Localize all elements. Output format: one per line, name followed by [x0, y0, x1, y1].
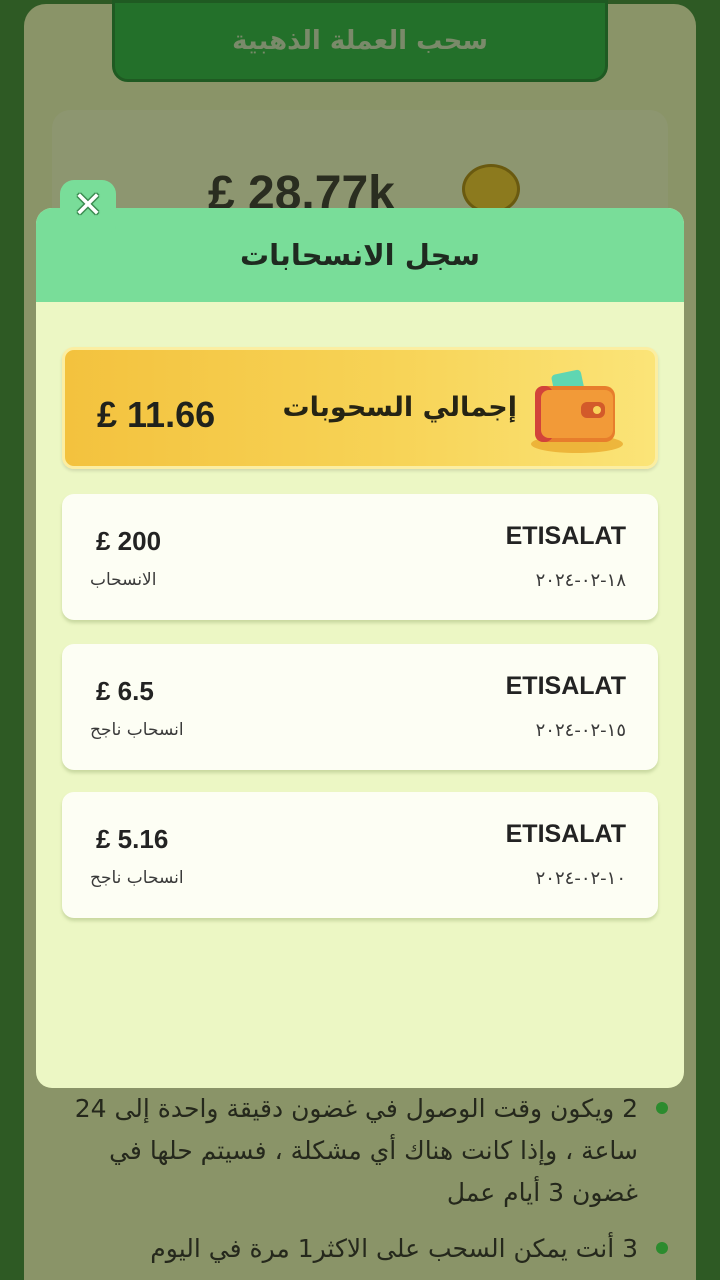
- background-notes: 2 ويكون وقت الوصول في غضون دقيقة واحدة إ…: [40, 1088, 680, 1270]
- record-method: ETISALAT: [505, 522, 626, 550]
- note-text: 3 أنت يمكن السحب على الاكثر1 مرة في اليو…: [150, 1234, 638, 1263]
- close-button[interactable]: ✕: [60, 180, 116, 232]
- record-date: ١٥-٠٢-٢٠٢٤: [535, 720, 626, 741]
- record-status: الانسحاب: [90, 570, 157, 590]
- record-status: انسحاب ناجح: [90, 868, 184, 888]
- background-header: سحب العملة الذهبية: [112, 0, 608, 82]
- bullet-icon: [656, 1102, 668, 1114]
- note-item: 2 ويكون وقت الوصول في غضون دقيقة واحدة إ…: [40, 1088, 680, 1214]
- record-method: ETISALAT: [505, 820, 626, 848]
- record-method: ETISALAT: [505, 672, 626, 700]
- record-amount: £ 200: [96, 526, 162, 556]
- withdrawal-history-modal: سجل الانسحابات £ 11.66 إجمالي السحوبات E…: [36, 208, 684, 1088]
- total-withdrawals-card: £ 11.66 إجمالي السحوبات: [62, 347, 658, 469]
- modal-header: سجل الانسحابات: [36, 208, 684, 302]
- coin-icon: [462, 164, 520, 214]
- wallet-icon: [531, 369, 623, 453]
- note-text: 2 ويكون وقت الوصول في غضون دقيقة واحدة إ…: [74, 1094, 638, 1207]
- withdrawal-record: ETISALAT ١٨-٠٢-٢٠٢٤ £ 200 الانسحاب: [62, 494, 658, 620]
- record-amount: £ 6.5: [96, 676, 154, 706]
- record-date: ١٠-٠٢-٢٠٢٤: [535, 868, 626, 889]
- record-date: ١٨-٠٢-٢٠٢٤: [535, 570, 626, 591]
- modal-title: سجل الانسحابات: [239, 238, 481, 272]
- bullet-icon: [656, 1242, 668, 1254]
- withdrawal-record: ETISALAT ١٠-٠٢-٢٠٢٤ £ 5.16 انسحاب ناجح: [62, 792, 658, 918]
- screen: سحب العملة الذهبية £ 28.77k 2 ويكون وقت …: [0, 0, 720, 1280]
- background-header-title: سحب العملة الذهبية: [232, 26, 488, 56]
- withdrawal-record: ETISALAT ١٥-٠٢-٢٠٢٤ £ 6.5 انسحاب ناجح: [62, 644, 658, 770]
- total-label: إجمالي السحوبات: [282, 392, 517, 423]
- record-amount: £ 5.16: [96, 824, 169, 854]
- note-item: 3 أنت يمكن السحب على الاكثر1 مرة في اليو…: [40, 1228, 680, 1270]
- record-status: انسحاب ناجح: [90, 720, 184, 740]
- total-amount: £ 11.66: [97, 394, 216, 435]
- close-x-icon: ✕: [72, 185, 104, 226]
